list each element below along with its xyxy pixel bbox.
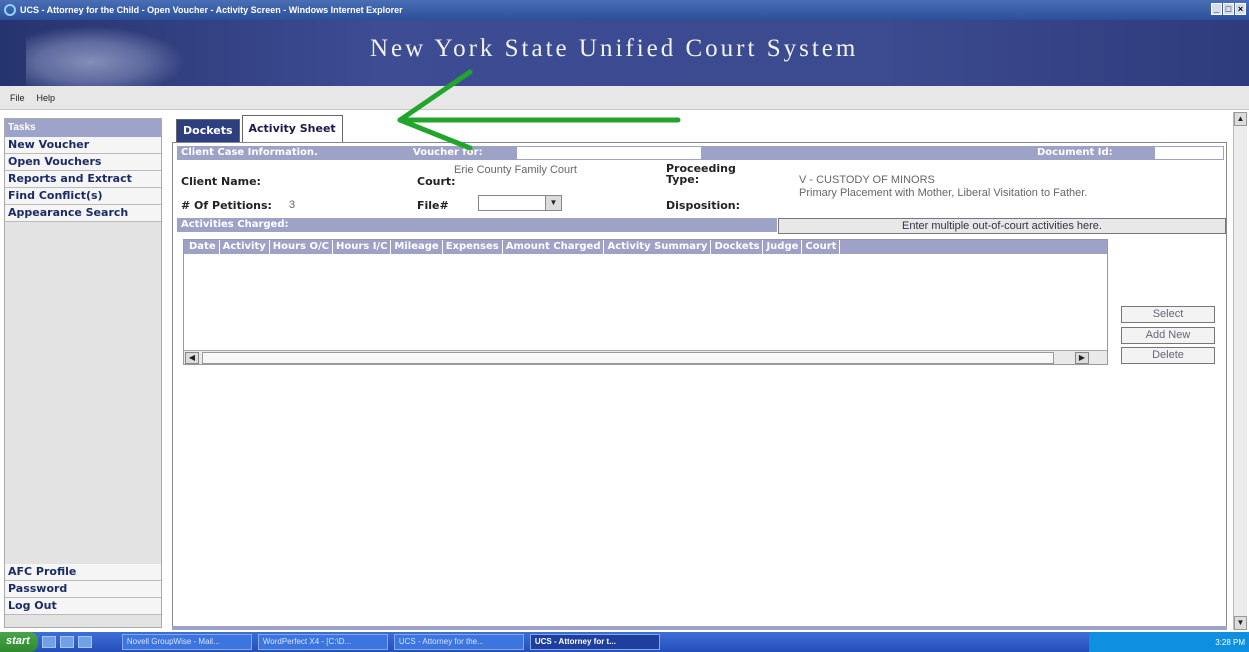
scrollbar-thumb[interactable] — [202, 352, 1054, 364]
column-header-date[interactable]: Date — [186, 240, 220, 254]
delete-button[interactable]: Delete — [1121, 347, 1215, 364]
document-id-label: Document Id: — [1037, 147, 1113, 158]
scroll-down-icon[interactable]: ▼ — [1234, 616, 1247, 630]
column-header-dockets[interactable]: Dockets — [711, 240, 764, 254]
menu-bar: File Help — [0, 86, 1249, 110]
petitions-label: # Of Petitions: — [181, 199, 272, 212]
start-button[interactable]: start — [0, 632, 38, 652]
chevron-down-icon[interactable]: ▼ — [545, 196, 561, 210]
scroll-up-icon[interactable]: ▲ — [1234, 112, 1247, 126]
minimize-button[interactable]: _ — [1211, 3, 1222, 15]
sidebar-item-new-voucher[interactable]: New Voucher — [5, 137, 161, 154]
enter-multiple-activities-button[interactable]: Enter multiple out-of-court activities h… — [778, 218, 1226, 234]
column-header-mileage[interactable]: Mileage — [391, 240, 443, 254]
grid-horizontal-scrollbar[interactable]: ◀ ▶ — [184, 350, 1107, 364]
column-header-hours-ic[interactable]: Hours I/C — [333, 240, 392, 254]
taskbar-item-groupwise[interactable]: Novell GroupWise - Mail... — [121, 634, 252, 650]
client-name-value — [293, 165, 378, 185]
clock: 3:28 PM — [1215, 637, 1245, 647]
document-id-field — [1155, 147, 1223, 159]
menu-help[interactable]: Help — [37, 93, 56, 103]
column-header-court[interactable]: Court — [802, 240, 841, 254]
file-number-select[interactable]: ▼ — [478, 195, 562, 211]
column-header-activity-summary[interactable]: Activity Summary — [604, 240, 712, 254]
tab-activity-sheet[interactable]: Activity Sheet — [241, 115, 343, 143]
sidebar-item-password[interactable]: Password — [5, 581, 161, 598]
court-value: Erie County Family Court — [454, 164, 577, 176]
activities-grid[interactable]: Date Activity Hours O/C Hours I/C Mileag… — [183, 239, 1108, 365]
page-vertical-scrollbar[interactable]: ▲ ▼ — [1233, 112, 1247, 630]
sidebar-item-open-vouchers[interactable]: Open Vouchers — [5, 154, 161, 171]
internet-explorer-icon — [4, 4, 16, 16]
scroll-right-icon[interactable]: ▶ — [1075, 352, 1089, 364]
disposition-label: Disposition: — [666, 199, 741, 212]
system-tray: 3:28 PM — [1089, 632, 1249, 652]
column-header-amount-charged[interactable]: Amount Charged — [503, 240, 605, 254]
quick-launch-desktop-icon[interactable] — [41, 636, 56, 648]
window-title: UCS - Attorney for the Child - Open Vouc… — [20, 5, 403, 15]
tab-bar: Dockets Activity Sheet — [176, 115, 343, 143]
voucher-for-label: Voucher for: — [413, 147, 483, 158]
column-header-activity[interactable]: Activity — [220, 240, 270, 254]
case-info-header: Client Case Information. Voucher for: Do… — [177, 146, 1224, 160]
proceeding-type-label: Proceeding Type: — [666, 162, 736, 186]
activities-title: Activities Charged: — [181, 219, 289, 230]
sidebar-header: Tasks — [5, 119, 161, 137]
voucher-for-field — [517, 147, 701, 159]
window-title-bar: UCS - Attorney for the Child - Open Vouc… — [0, 0, 1249, 20]
quick-launch-browser-icon[interactable] — [77, 636, 92, 648]
client-name-label: Client Name: — [181, 175, 261, 188]
sidebar-item-afc-profile[interactable]: AFC Profile — [5, 564, 161, 581]
quick-launch-explorer-icon[interactable] — [59, 636, 74, 648]
proceeding-type-value: V - CUSTODY OF MINORS — [799, 174, 935, 186]
tab-dockets[interactable]: Dockets — [176, 119, 240, 143]
grid-header-row: Date Activity Hours O/C Hours I/C Mileag… — [184, 240, 1107, 254]
add-new-button[interactable]: Add New — [1121, 327, 1215, 344]
court-seal-logo — [26, 26, 186, 86]
task-sidebar: Tasks New Voucher Open Vouchers Reports … — [4, 118, 162, 628]
activities-header: Activities Charged: — [177, 218, 777, 232]
menu-file[interactable]: File — [10, 93, 25, 103]
sidebar-item-log-out[interactable]: Log Out — [5, 598, 161, 615]
header-banner: New York State Unified Court System — [0, 20, 1249, 86]
petitions-value: 3 — [289, 199, 296, 211]
activity-sheet-panel: Client Case Information. Voucher for: Do… — [172, 142, 1227, 628]
column-header-hours-oc[interactable]: Hours O/C — [270, 240, 333, 254]
panel-bottom-bar — [172, 626, 1227, 630]
banner-title: New York State Unified Court System — [370, 35, 859, 62]
disposition-value: Primary Placement with Mother, Liberal V… — [799, 187, 1088, 199]
column-header-judge[interactable]: Judge — [763, 240, 803, 254]
sidebar-bottom-group: AFC Profile Password Log Out — [5, 564, 161, 615]
taskbar-item-ucs-1[interactable]: UCS - Attorney for the... — [393, 634, 524, 650]
file-number-label: File# — [417, 199, 449, 212]
maximize-button[interactable]: □ — [1223, 3, 1234, 15]
taskbar-item-wordperfect[interactable]: WordPerfect X4 - [C:\D... — [257, 634, 388, 650]
window-controls: _ □ × — [1211, 3, 1246, 15]
taskbar-item-ucs-active[interactable]: UCS - Attorney for t... — [529, 634, 660, 650]
sidebar-item-reports-and-extract[interactable]: Reports and Extract — [5, 171, 161, 188]
windows-taskbar: start Novell GroupWise - Mail... WordPer… — [0, 632, 1249, 652]
case-info-title: Client Case Information. — [181, 147, 318, 158]
sidebar-item-find-conflicts[interactable]: Find Conflict(s) — [5, 188, 161, 205]
column-header-expenses[interactable]: Expenses — [443, 240, 503, 254]
scroll-left-icon[interactable]: ◀ — [185, 352, 199, 364]
close-button[interactable]: × — [1235, 3, 1246, 15]
court-label: Court: — [417, 175, 456, 188]
select-button[interactable]: Select — [1121, 306, 1215, 323]
sidebar-item-appearance-search[interactable]: Appearance Search — [5, 205, 161, 222]
